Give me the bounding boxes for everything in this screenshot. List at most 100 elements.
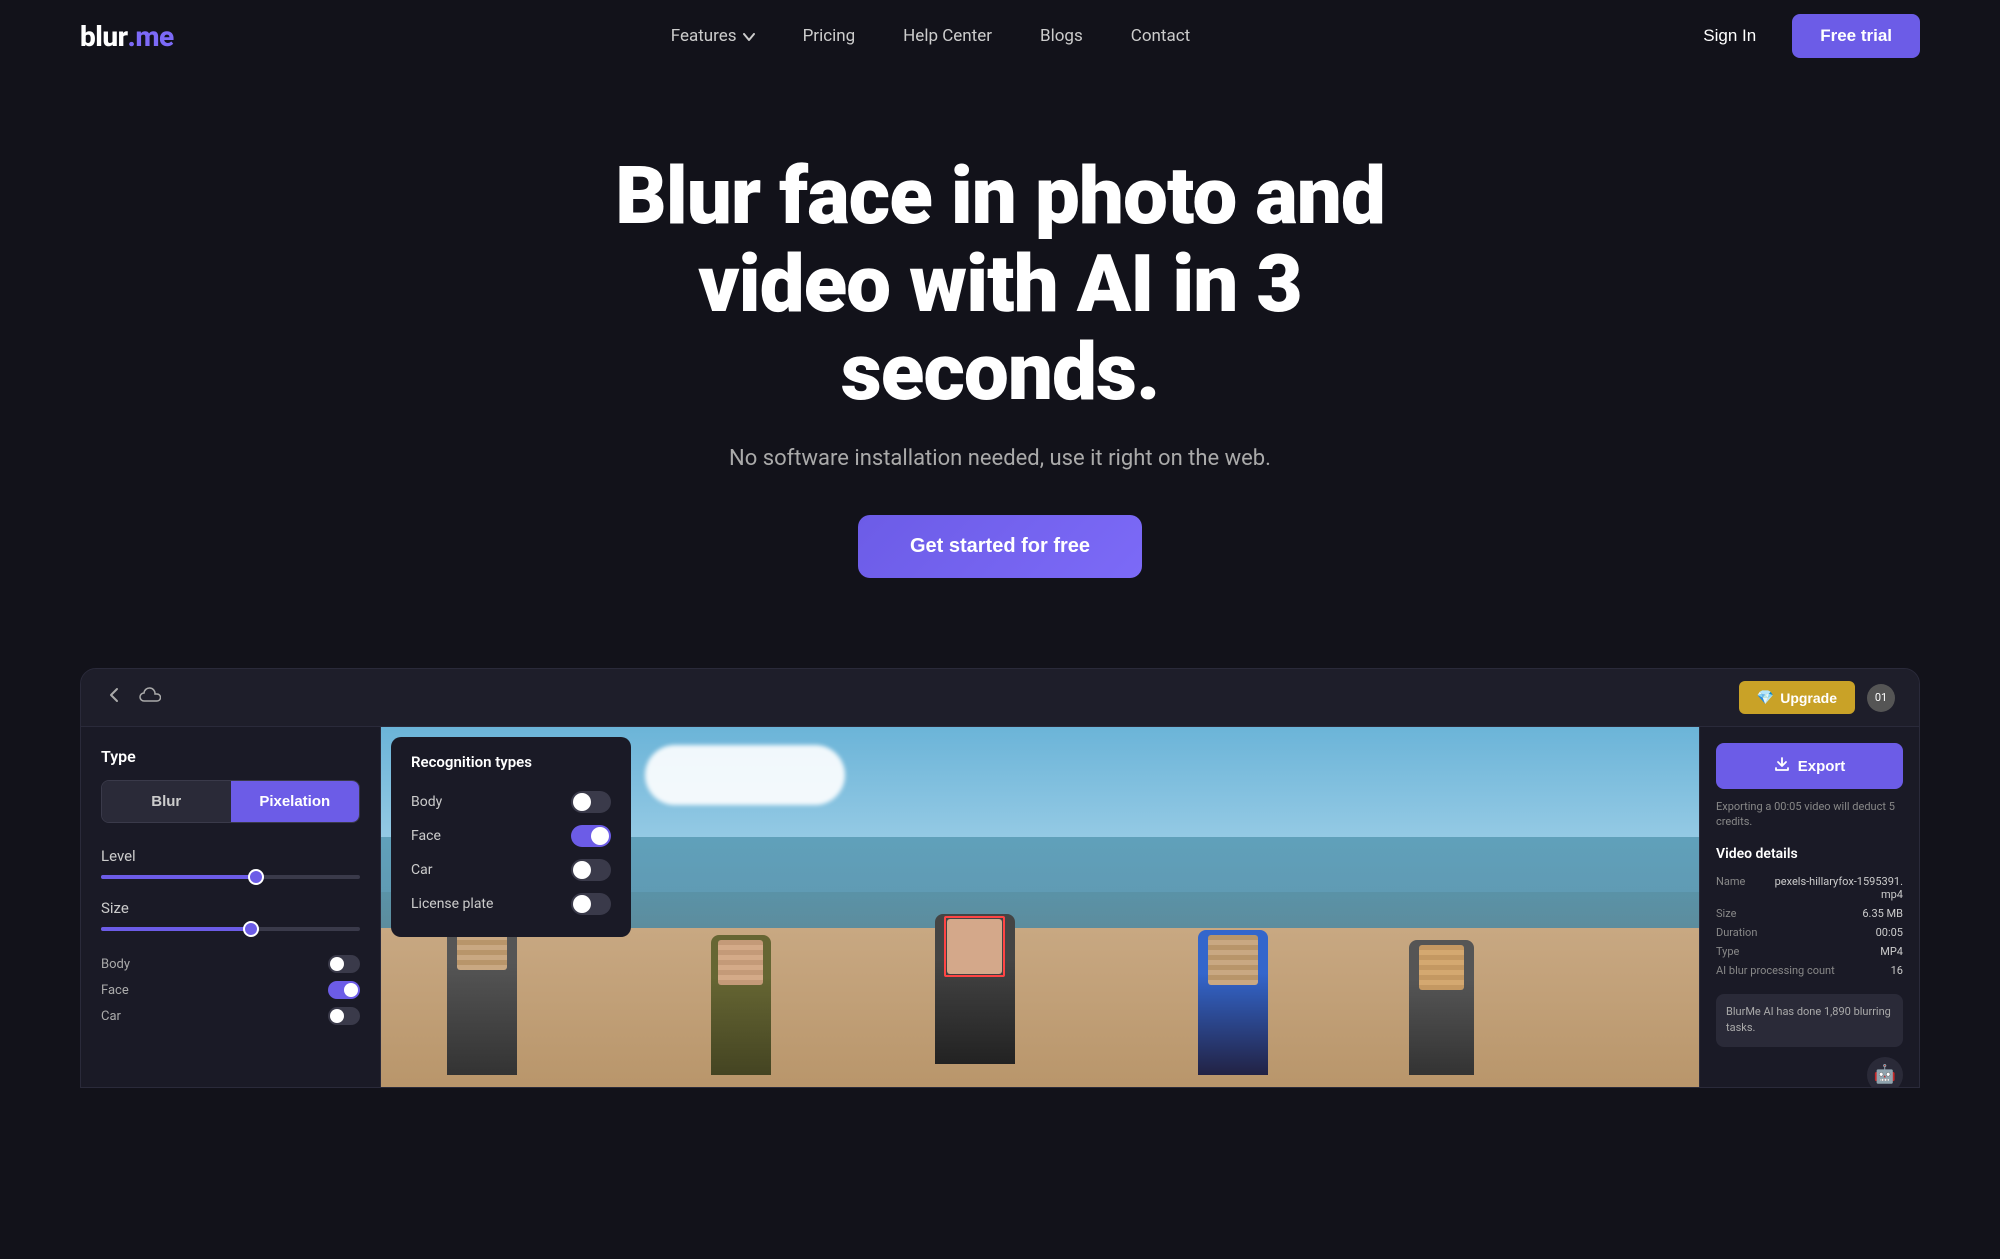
export-button[interactable]: Export xyxy=(1716,743,1903,789)
level-label: Level xyxy=(101,847,360,865)
detail-row-ai-count: AI blur processing count 16 xyxy=(1716,961,1903,980)
left-panel: Type Blur Pixelation Level Size xyxy=(81,727,381,1088)
detail-type-val: MP4 xyxy=(1880,945,1903,958)
logo[interactable]: blur .me xyxy=(80,20,174,53)
rec-body-toggle-knob xyxy=(573,793,591,811)
mini-car-toggle[interactable] xyxy=(328,1007,360,1025)
get-started-button[interactable]: Get started for free xyxy=(858,515,1142,578)
rec-license-toggle[interactable] xyxy=(571,893,611,915)
detail-ai-count-val: 16 xyxy=(1891,964,1903,977)
hero-title: Blur face in photo and video with AI in … xyxy=(550,152,1450,416)
mini-row-car: Car xyxy=(101,1003,360,1029)
ai-message-text: BlurMe AI has done 1,890 blurring tasks. xyxy=(1726,1005,1891,1035)
mini-car-label: Car xyxy=(101,1009,121,1024)
level-slider-thumb[interactable] xyxy=(248,869,264,885)
rec-row-face: Face xyxy=(411,819,611,853)
nav-item-contact[interactable]: Contact xyxy=(1131,26,1190,46)
mini-body-toggle[interactable] xyxy=(328,955,360,973)
mini-face-toggle-knob xyxy=(344,983,358,997)
ai-message: BlurMe AI has done 1,890 blurring tasks. xyxy=(1716,994,1903,1047)
upgrade-button[interactable]: 💎 Upgrade xyxy=(1739,681,1855,714)
detail-size-val: 6.35 MB xyxy=(1862,907,1903,920)
mini-body-toggle-knob xyxy=(330,957,344,971)
rec-license-label: License plate xyxy=(411,896,493,912)
rec-car-toggle-knob xyxy=(573,861,591,879)
nav-item-blogs[interactable]: Blogs xyxy=(1040,26,1083,46)
mini-face-toggle[interactable] xyxy=(328,981,360,999)
rec-body-toggle[interactable] xyxy=(571,791,611,813)
contact-link[interactable]: Contact xyxy=(1131,26,1190,46)
detail-type-key: Type xyxy=(1716,945,1739,958)
detail-name-key: Name xyxy=(1716,875,1745,901)
detail-name-val: pexels-hillaryfox-1595391.mp4 xyxy=(1773,875,1903,901)
mini-body-label: Body xyxy=(101,957,130,972)
size-slider-thumb[interactable] xyxy=(243,921,259,937)
person-1 xyxy=(447,915,517,1075)
blogs-label: Blogs xyxy=(1040,26,1083,46)
nav-item-pricing[interactable]: Pricing xyxy=(803,26,856,46)
avatar-initials: 01 xyxy=(1875,691,1887,704)
nav-item-help-center[interactable]: Help Center xyxy=(903,26,992,46)
rec-car-toggle[interactable] xyxy=(571,859,611,881)
features-link[interactable]: Features xyxy=(671,26,755,46)
beach-sand xyxy=(381,928,1699,1088)
blogs-link[interactable]: Blogs xyxy=(1040,26,1083,46)
face-selection-box xyxy=(944,916,1005,977)
user-avatar: 01 xyxy=(1867,684,1895,712)
blurred-face-2 xyxy=(718,940,763,985)
right-panel: Export Exporting a 00:05 video will dedu… xyxy=(1699,727,1919,1088)
rec-face-toggle-knob xyxy=(591,827,609,845)
video-details-title: Video details xyxy=(1716,846,1903,862)
rec-face-label: Face xyxy=(411,828,441,844)
features-label: Features xyxy=(671,26,737,46)
bot-icon-row: 🤖 xyxy=(1716,1057,1903,1088)
help-center-link[interactable]: Help Center xyxy=(903,26,992,46)
person-2 xyxy=(711,935,771,1075)
help-center-label: Help Center xyxy=(903,26,992,46)
bot-icon[interactable]: 🤖 xyxy=(1867,1057,1903,1088)
person-4 xyxy=(1198,930,1268,1075)
back-icon[interactable] xyxy=(105,686,123,709)
nav-actions: Sign In Free trial xyxy=(1687,14,1920,58)
nav-links: Features Pricing Help Center Blogs xyxy=(671,26,1190,46)
face-unblurred xyxy=(947,919,1002,974)
size-section: Size xyxy=(101,899,360,931)
clouds xyxy=(645,745,845,805)
logo-blur-text: blur xyxy=(80,20,128,53)
hero-subtitle: No software installation needed, use it … xyxy=(40,446,1960,471)
export-icon xyxy=(1774,756,1790,776)
mini-face-label: Face xyxy=(101,983,129,998)
level-slider[interactable] xyxy=(101,875,360,879)
export-note: Exporting a 00:05 video will deduct 5 cr… xyxy=(1716,799,1903,830)
topbar-left xyxy=(105,686,161,709)
type-button-group: Blur Pixelation xyxy=(101,780,360,823)
blur-type-button[interactable]: Blur xyxy=(102,781,231,822)
detail-duration-key: Duration xyxy=(1716,926,1757,939)
nav-item-features[interactable]: Features xyxy=(671,26,755,46)
pixelation-type-button[interactable]: Pixelation xyxy=(231,781,360,822)
pricing-link[interactable]: Pricing xyxy=(803,26,856,46)
rec-license-toggle-knob xyxy=(573,895,591,913)
sign-in-button[interactable]: Sign In xyxy=(1687,18,1772,54)
level-slider-fill xyxy=(101,875,256,879)
app-content: Type Blur Pixelation Level Size xyxy=(81,727,1919,1088)
blurred-face-5 xyxy=(1419,945,1464,990)
type-section-title: Type xyxy=(101,747,360,766)
topbar-right: 💎 Upgrade 01 xyxy=(1739,681,1895,714)
size-slider[interactable] xyxy=(101,927,360,931)
person-3-selected xyxy=(935,914,1015,1064)
hero-section: Blur face in photo and video with AI in … xyxy=(0,72,2000,638)
cloud-icon[interactable] xyxy=(139,687,161,708)
size-slider-fill xyxy=(101,927,251,931)
video-area: Recognition types Body Face Car xyxy=(381,727,1699,1088)
rec-face-toggle[interactable] xyxy=(571,825,611,847)
free-trial-button[interactable]: Free trial xyxy=(1792,14,1920,58)
rec-car-label: Car xyxy=(411,862,432,878)
rec-row-car: Car xyxy=(411,853,611,887)
app-preview: 💎 Upgrade 01 Type Blur Pixelation Level xyxy=(80,668,1920,1088)
detail-row-name: Name pexels-hillaryfox-1595391.mp4 xyxy=(1716,872,1903,904)
detail-duration-val: 00:05 xyxy=(1876,926,1903,939)
detail-size-key: Size xyxy=(1716,907,1736,920)
chevron-down-icon xyxy=(743,26,755,46)
rec-row-license: License plate xyxy=(411,887,611,921)
